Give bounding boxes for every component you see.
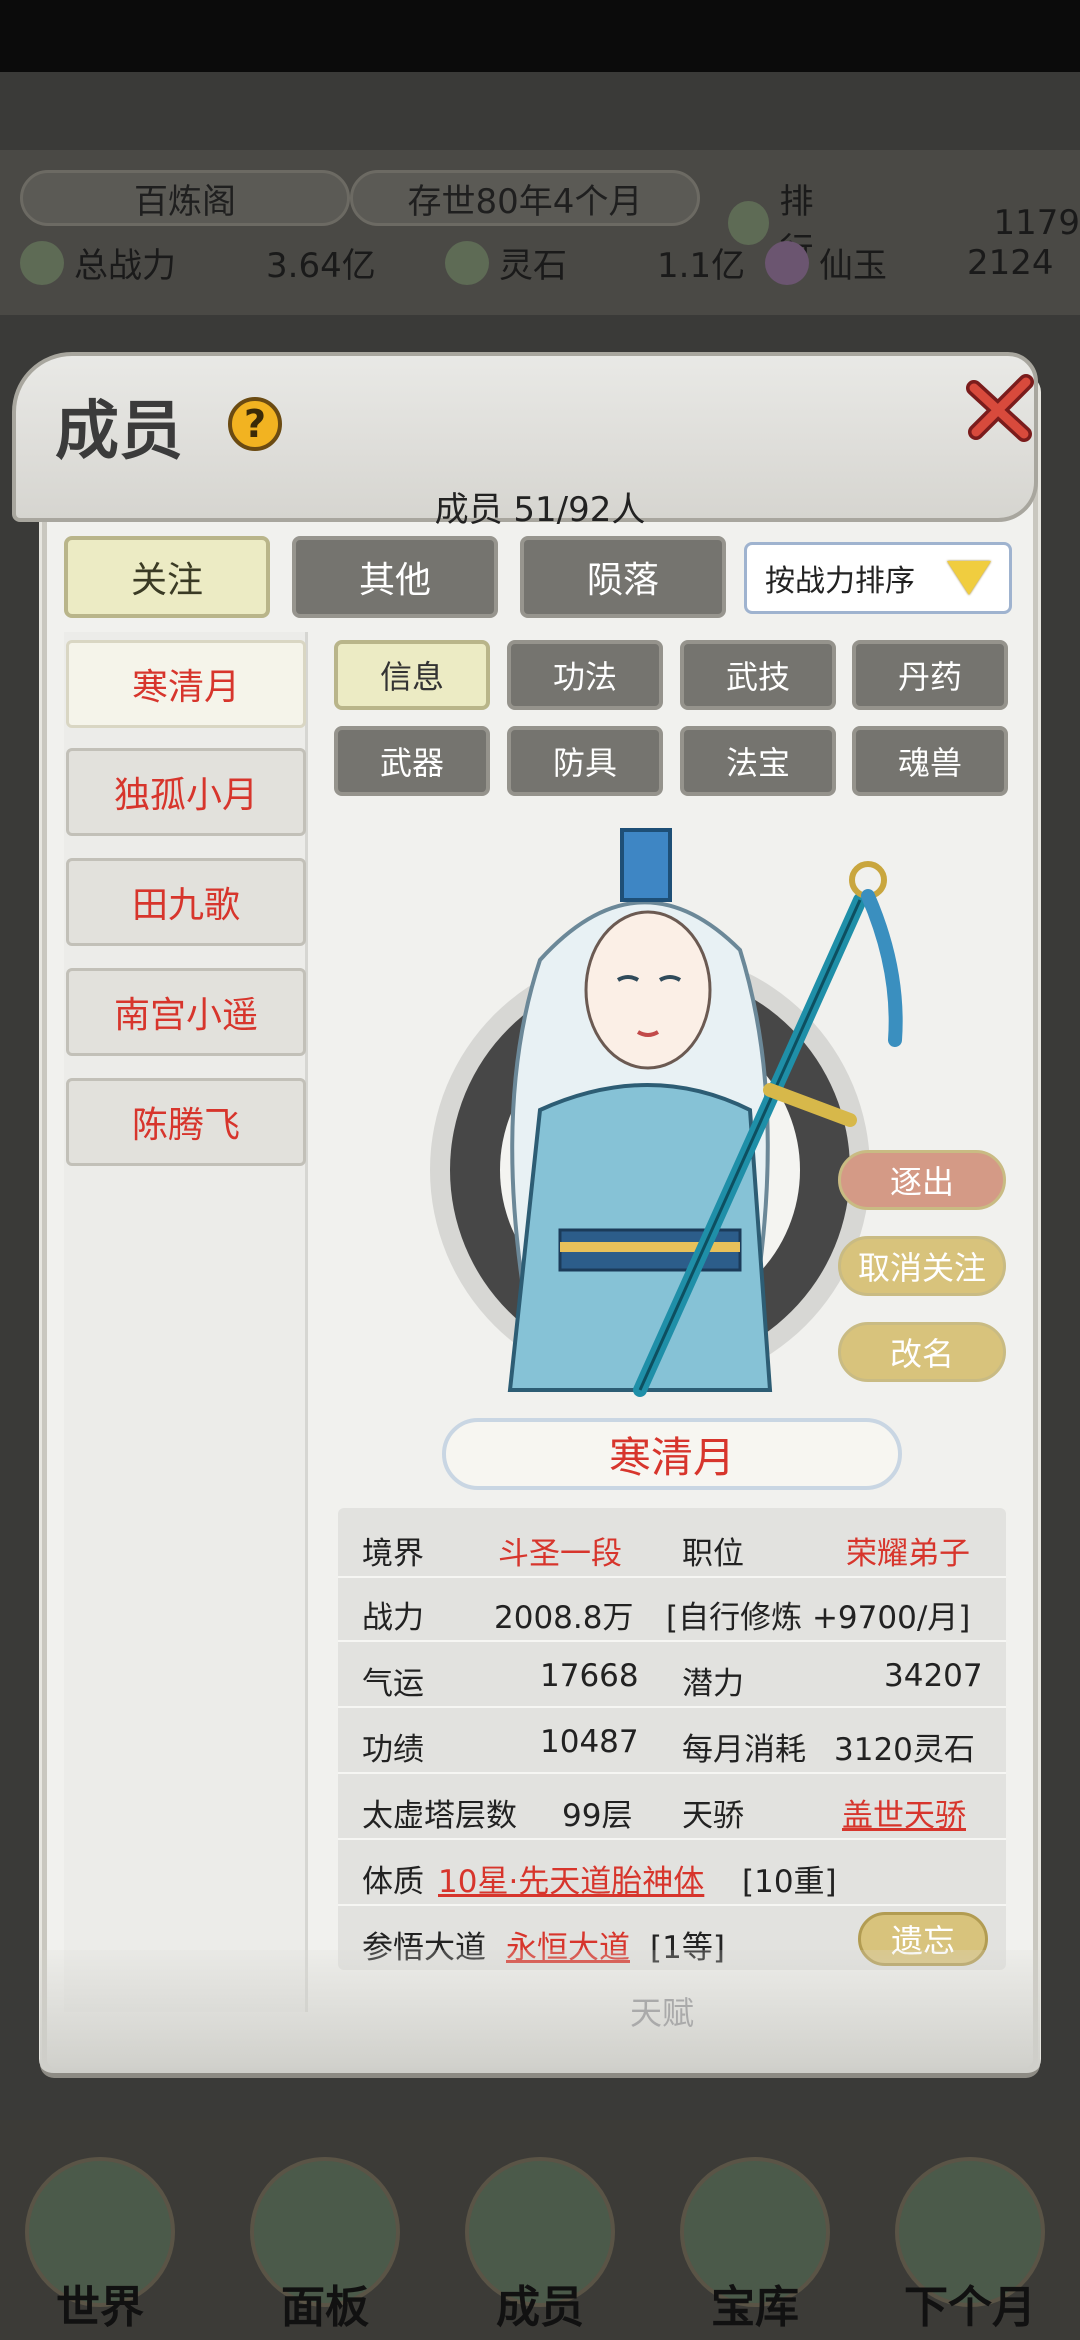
realm-value: 斗圣一段 (498, 1536, 622, 1572)
info-row: 境界 斗圣一段 职位 荣耀弟子 (338, 1514, 1006, 1578)
tower-value: 99层 (562, 1798, 633, 1834)
chevron-down-icon (947, 561, 991, 595)
talent-label: 天赋 (630, 1994, 695, 2032)
physique-value[interactable]: 10星·先天道胎神体 (438, 1856, 704, 1901)
subtab-artifact[interactable]: 法宝 (680, 726, 836, 796)
power-label: 总战力 (74, 246, 176, 286)
member-list (64, 632, 308, 2012)
subtab-martial[interactable]: 武技 (680, 640, 836, 710)
member-item[interactable]: 独孤小月 (66, 748, 306, 836)
tab-other[interactable]: 其他 (292, 536, 498, 618)
info-row: 体质 10星·先天道胎神体 [10重] (338, 1842, 1006, 1906)
position-value: 荣耀弟子 (846, 1536, 970, 1572)
physique-level: [10重] (742, 1864, 837, 1900)
info-row: 太虚塔层数 99层 天骄 盖世天骄 (338, 1776, 1006, 1840)
subtab-armor[interactable]: 防具 (507, 726, 663, 796)
luck-value: 17668 (540, 1658, 639, 1694)
sect-name: 百炼阁 (20, 170, 350, 226)
modal-title: 成员 (55, 394, 183, 469)
jade-stat: 仙玉 2124 (765, 238, 1054, 287)
cultivation-value: [自行修炼 +9700/月] (666, 1600, 971, 1636)
spirit-stone-icon (445, 240, 489, 285)
expel-button[interactable]: 逐出 (838, 1150, 1006, 1210)
info-row: 气运 17668 潜力 34207 (338, 1644, 1006, 1708)
jade-value: 2124 (967, 242, 1054, 283)
rank-value: 1179 (993, 203, 1080, 243)
power-icon (20, 240, 64, 285)
status-bar (0, 0, 1080, 72)
nav-panel-label: 面板 (281, 2282, 369, 2333)
subtab-info[interactable]: 信息 (334, 640, 490, 710)
rename-button[interactable]: 改名 (838, 1322, 1006, 1382)
subtab-beast[interactable]: 魂兽 (852, 726, 1008, 796)
nav-treasury-label: 宝库 (711, 2282, 799, 2333)
nav-members-label: 成员 (496, 2282, 584, 2333)
member-item[interactable]: 田九歌 (66, 858, 306, 946)
power-value: 2008.8万 (494, 1600, 634, 1636)
tab-fallen[interactable]: 陨落 (520, 536, 726, 618)
power-value: 3.64亿 (266, 246, 376, 286)
position-label: 职位 (682, 1536, 744, 1572)
member-count: 成员 51/92人 (434, 490, 646, 530)
tab-follow[interactable]: 关注 (64, 536, 270, 618)
potential-label: 潜力 (682, 1666, 744, 1702)
character-name: 寒清月 (442, 1418, 902, 1490)
tower-label: 太虚塔层数 (362, 1798, 517, 1834)
prodigy-label: 天骄 (682, 1798, 744, 1834)
modal-footer-decoration (40, 1950, 1040, 2078)
physique-label: 体质 (362, 1864, 424, 1900)
prodigy-value[interactable]: 盖世天骄 (842, 1790, 966, 1835)
era-display: 存世80年4个月 (350, 170, 700, 226)
nav-world-label: 世界 (56, 2282, 144, 2333)
subtab-pills[interactable]: 丹药 (852, 640, 1008, 710)
luck-label: 气运 (362, 1666, 424, 1702)
spirit-stone-label: 灵石 (499, 246, 567, 286)
help-icon[interactable]: ? (228, 397, 282, 451)
merit-label: 功绩 (362, 1732, 424, 1768)
jade-label: 仙玉 (819, 246, 887, 286)
upkeep-label: 每月消耗 (682, 1732, 806, 1768)
potential-value: 34207 (884, 1658, 983, 1694)
unfollow-button[interactable]: 取消关注 (838, 1236, 1006, 1296)
top-info-bar: 百炼阁 存世80年4个月 排行 1179 总战力 3.64亿 灵石 1.1亿 仙… (0, 150, 1080, 315)
close-icon[interactable] (960, 368, 1040, 448)
nav-next-month-label: 下个月 (904, 2282, 1036, 2333)
subtab-weapon[interactable]: 武器 (334, 726, 490, 796)
info-row: 战力 2008.8万 [自行修炼 +9700/月] (338, 1578, 1006, 1642)
member-item[interactable]: 寒清月 (66, 640, 306, 728)
power-label: 战力 (362, 1600, 424, 1636)
member-item[interactable]: 南宫小遥 (66, 968, 306, 1056)
info-row: 功绩 10487 每月消耗 3120灵石 (338, 1710, 1006, 1774)
nav-next-month[interactable]: 下个月 (880, 2130, 1060, 2335)
nav-world[interactable]: 世界 (10, 2130, 190, 2335)
sort-dropdown[interactable]: 按战力排序 (744, 542, 1012, 614)
nav-treasury[interactable]: 宝库 (665, 2130, 845, 2335)
member-item[interactable]: 陈腾飞 (66, 1078, 306, 1166)
upkeep-value: 3120灵石 (834, 1732, 975, 1768)
merit-value: 10487 (540, 1724, 639, 1760)
realm-label: 境界 (362, 1536, 424, 1572)
nav-members[interactable]: 成员 (450, 2130, 630, 2335)
character-portrait (430, 828, 903, 1397)
nav-panel[interactable]: 面板 (235, 2130, 415, 2335)
spirit-stone-stat: 灵石 1.1亿 (445, 238, 745, 287)
power-stat: 总战力 3.64亿 (20, 238, 376, 287)
spirit-stone-value: 1.1亿 (657, 246, 746, 286)
jade-icon (765, 240, 809, 285)
subtab-technique[interactable]: 功法 (507, 640, 663, 710)
sort-label: 按战力排序 (765, 564, 915, 599)
